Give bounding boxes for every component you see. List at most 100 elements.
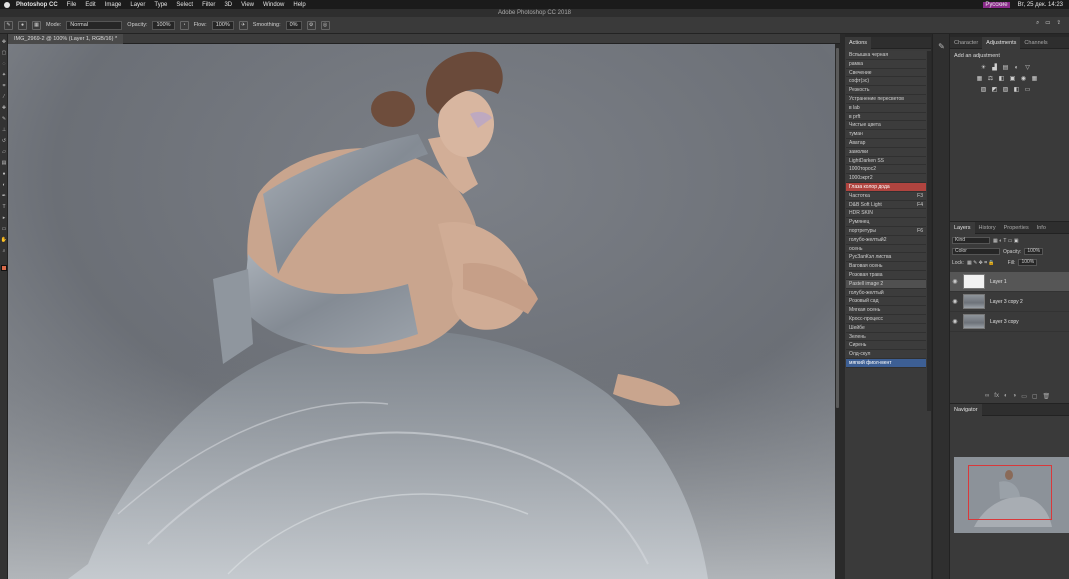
brush-preset-icon[interactable]: ● bbox=[18, 20, 27, 30]
action-item[interactable]: Глаза колор дода bbox=[846, 182, 926, 192]
action-item[interactable]: Румянец bbox=[846, 218, 926, 227]
menu-filter[interactable]: Filter bbox=[202, 2, 215, 8]
input-language[interactable]: Русские bbox=[983, 1, 1010, 8]
action-item[interactable]: голубо-желтый2 bbox=[846, 235, 926, 245]
healing-brush-tool-icon[interactable]: ✚ bbox=[1, 105, 7, 111]
gradient-map-icon[interactable]: ◧ bbox=[1013, 87, 1020, 94]
crop-tool-icon[interactable]: ⌗ bbox=[1, 83, 7, 89]
action-item[interactable]: Устранение пересветов bbox=[846, 94, 926, 104]
curves-icon[interactable]: ▤ bbox=[1002, 65, 1009, 72]
scrollbar-thumb[interactable] bbox=[836, 48, 839, 408]
menu-layer[interactable]: Layer bbox=[130, 2, 145, 8]
pressure-size-icon[interactable]: ◎ bbox=[320, 20, 330, 30]
action-item[interactable]: Чистые цвета bbox=[846, 121, 926, 131]
airbrush-icon[interactable]: ✈ bbox=[238, 20, 248, 30]
search-icon[interactable]: ⌕ bbox=[1036, 20, 1039, 27]
action-item[interactable]: Свечение bbox=[846, 68, 926, 78]
menu-edit[interactable]: Edit bbox=[85, 2, 95, 8]
blend-mode-select[interactable]: Color bbox=[952, 248, 1000, 255]
tab-channels[interactable]: Channels bbox=[1020, 37, 1051, 49]
blur-tool-icon[interactable]: ● bbox=[1, 171, 7, 177]
action-item[interactable]: Резкость bbox=[846, 86, 926, 95]
menu-select[interactable]: Select bbox=[176, 2, 193, 8]
zoom-tool-icon[interactable]: ⌕ bbox=[1, 248, 7, 254]
selective-color-icon[interactable]: ▭ bbox=[1024, 87, 1031, 94]
action-item[interactable]: Кросс-процесс bbox=[846, 314, 926, 324]
photo-filter-icon[interactable]: ▣ bbox=[1009, 76, 1016, 83]
eyedropper-tool-icon[interactable]: ⁄ bbox=[1, 94, 7, 100]
flow-field[interactable]: 100% bbox=[211, 20, 234, 30]
action-item[interactable]: Олд-скул bbox=[846, 350, 926, 359]
visibility-eye-icon[interactable]: ◉ bbox=[950, 298, 960, 305]
menu-help[interactable]: Help bbox=[293, 2, 305, 8]
opacity-field[interactable]: 100% bbox=[1024, 248, 1044, 255]
action-item[interactable]: Зелень bbox=[846, 332, 926, 342]
navigator-thumbnail[interactable] bbox=[954, 457, 1069, 533]
move-tool-icon[interactable]: ✥ bbox=[1, 39, 7, 45]
vibrance-icon[interactable]: ▽ bbox=[1024, 65, 1031, 72]
pressure-opacity-icon[interactable]: ◔ bbox=[179, 20, 189, 30]
tab-layers[interactable]: Layers bbox=[950, 221, 975, 234]
tab-character[interactable]: Character bbox=[950, 37, 982, 49]
brush-settings-icon[interactable]: ▦ bbox=[32, 20, 41, 30]
tab-actions[interactable]: Actions bbox=[845, 36, 872, 49]
action-item[interactable]: голубо-желтый bbox=[846, 288, 926, 298]
workspace-icon[interactable]: ▭ bbox=[1045, 20, 1050, 27]
document-canvas[interactable] bbox=[8, 44, 835, 579]
action-item[interactable]: замолки bbox=[846, 147, 926, 157]
hue-saturation-icon[interactable]: ▦ bbox=[976, 76, 983, 83]
action-item[interactable]: Розовая трава bbox=[846, 270, 926, 280]
black-white-icon[interactable]: ◧ bbox=[998, 76, 1005, 83]
posterize-icon[interactable]: ◩ bbox=[991, 87, 998, 94]
visibility-eye-icon[interactable]: ◉ bbox=[950, 318, 960, 325]
action-item[interactable]: в lab bbox=[846, 103, 926, 113]
color-balance-icon[interactable]: ⚖ bbox=[987, 76, 994, 83]
action-item[interactable]: D&B Soft Light F4 bbox=[846, 200, 926, 210]
action-item[interactable]: Розовый сад bbox=[846, 297, 926, 307]
action-item[interactable]: осень bbox=[846, 244, 926, 254]
lock-icons[interactable]: ▦ ✎ ✥ ⌗ 🔒 bbox=[967, 260, 995, 266]
action-item[interactable]: РусЗапКэл листва bbox=[846, 253, 926, 263]
menu-app[interactable]: Photoshop CC bbox=[16, 2, 58, 8]
type-tool-icon[interactable]: T bbox=[1, 204, 7, 210]
navigator-view-box[interactable] bbox=[968, 465, 1052, 520]
pen-tool-icon[interactable]: ✒ bbox=[1, 193, 7, 199]
action-item[interactable]: мягкий фиол-мент bbox=[846, 358, 926, 368]
action-item[interactable]: Аватар bbox=[846, 138, 926, 148]
action-item[interactable]: в prft bbox=[846, 112, 926, 122]
shape-tool-icon[interactable]: ▭ bbox=[1, 226, 7, 232]
dodge-tool-icon[interactable]: ◐ bbox=[1, 182, 7, 188]
layer-row[interactable]: ◉ Layer 3 copy 2 bbox=[950, 292, 1069, 312]
tab-navigator[interactable]: Navigator bbox=[950, 403, 982, 416]
menu-image[interactable]: Image bbox=[105, 2, 122, 8]
menu-window[interactable]: Window bbox=[263, 2, 284, 8]
actions-scrollbar[interactable] bbox=[927, 51, 931, 411]
kind-filter-select[interactable]: Kind bbox=[952, 237, 990, 244]
action-item[interactable]: LightDarken SS bbox=[846, 156, 926, 166]
apple-icon[interactable] bbox=[4, 1, 10, 8]
action-item[interactable]: Ваговая осень bbox=[846, 262, 926, 271]
history-brush-tool-icon[interactable]: ↺ bbox=[1, 138, 7, 144]
action-item[interactable]: рамка bbox=[846, 59, 926, 69]
invert-icon[interactable]: ▨ bbox=[980, 87, 987, 94]
fill-field[interactable]: 100% bbox=[1018, 259, 1038, 266]
threshold-icon[interactable]: ▨ bbox=[1002, 87, 1009, 94]
action-item[interactable]: 1000торос2 bbox=[846, 165, 926, 175]
brightness-contrast-icon[interactable]: ☀ bbox=[980, 65, 987, 72]
hand-tool-icon[interactable]: ✋ bbox=[1, 237, 7, 243]
brush-tool-icon[interactable]: ✎ bbox=[1, 116, 7, 122]
marquee-tool-icon[interactable]: ▢ bbox=[1, 50, 7, 56]
action-item[interactable]: Сирень bbox=[846, 341, 926, 351]
tab-properties[interactable]: Properties bbox=[1000, 222, 1033, 234]
document-tab[interactable]: IMG_2969-2 @ 100% (Layer 1, RGB/16) * bbox=[8, 33, 124, 44]
brush-tool-icon[interactable]: ✎ bbox=[4, 20, 13, 30]
menu-type[interactable]: Type bbox=[154, 2, 167, 8]
tab-history[interactable]: History bbox=[975, 222, 1000, 234]
path-select-tool-icon[interactable]: ▸ bbox=[1, 215, 7, 221]
action-item[interactable]: Мягкая осень bbox=[846, 306, 926, 315]
action-item[interactable]: софт(эс) bbox=[846, 77, 926, 87]
brush-panel-icon[interactable]: ✎ bbox=[937, 42, 946, 51]
tab-adjustments[interactable]: Adjustments bbox=[982, 36, 1021, 49]
opacity-field[interactable]: 100% bbox=[152, 20, 175, 30]
exposure-icon[interactable]: ◐ bbox=[1013, 65, 1020, 72]
